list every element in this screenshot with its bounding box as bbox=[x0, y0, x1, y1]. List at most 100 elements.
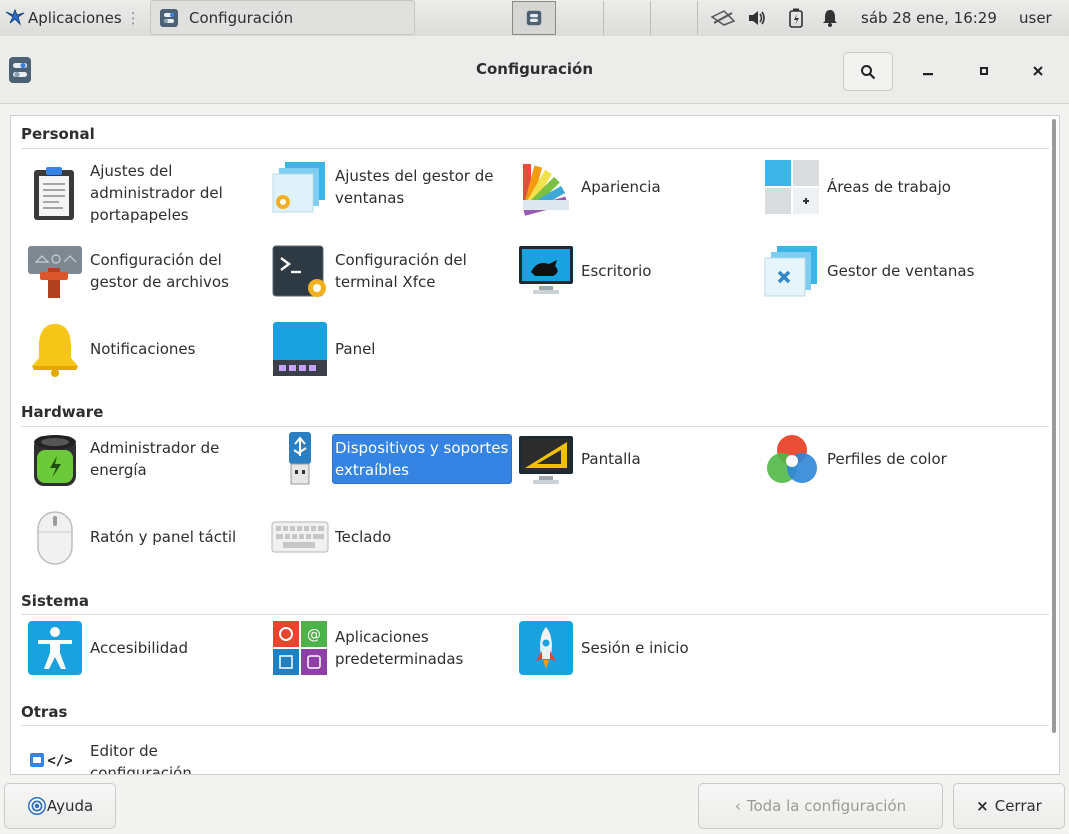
close-window-button[interactable] bbox=[1018, 52, 1058, 90]
vertical-scrollbar[interactable] bbox=[1052, 119, 1056, 733]
appearance-palette-icon bbox=[517, 158, 575, 216]
settings-app-icon bbox=[160, 8, 178, 27]
window-headerbar: Configuración bbox=[0, 36, 1069, 104]
item-label: Administrador de energía bbox=[90, 439, 220, 479]
item-session-startup[interactable]: Sesión e inicio bbox=[517, 619, 757, 677]
help-button-label: Ayuda bbox=[46, 797, 94, 815]
settings-grid: Personal Ajustes del administrador del p… bbox=[10, 115, 1060, 775]
item-label: Accesibilidad bbox=[90, 639, 188, 657]
terminal-settings-icon bbox=[271, 242, 329, 300]
network-icon[interactable] bbox=[710, 0, 736, 36]
default-apps-icon: @ bbox=[271, 619, 329, 677]
workspace-3[interactable] bbox=[650, 1, 698, 35]
item-workspaces[interactable]: Áreas de trabajo bbox=[763, 158, 1003, 216]
item-panel[interactable]: Panel bbox=[271, 320, 511, 378]
usb-drive-icon bbox=[271, 430, 329, 488]
item-power-manager[interactable]: Administrador de energía bbox=[26, 430, 266, 488]
applications-menu-button[interactable]: Aplicaciones ⋮ bbox=[4, 0, 141, 36]
item-label: Configuración del gestor de archivos bbox=[90, 251, 229, 291]
xfce-mouse-icon bbox=[5, 9, 25, 26]
close-icon bbox=[1033, 66, 1043, 76]
item-label: Ajustes del administrador del portapapel… bbox=[90, 162, 223, 224]
item-label: Teclado bbox=[335, 528, 392, 546]
item-window-manager-settings[interactable]: Ajustes del gestor de ventanas bbox=[271, 158, 511, 216]
item-label: Pantalla bbox=[581, 450, 641, 468]
workspace-1[interactable] bbox=[512, 1, 556, 35]
item-label: Gestor de ventanas bbox=[827, 262, 975, 280]
item-label: Ratón y panel táctil bbox=[90, 528, 237, 546]
maximize-icon bbox=[980, 67, 988, 75]
item-config-editor[interactable]: </> Editor de configuración bbox=[26, 733, 266, 775]
item-appearance[interactable]: Apariencia bbox=[517, 158, 757, 216]
accessibility-icon bbox=[26, 619, 84, 677]
close-icon: × bbox=[976, 797, 989, 815]
battery-icon bbox=[26, 430, 84, 488]
clock[interactable]: sáb 28 ene, 16:29 bbox=[861, 0, 997, 36]
item-display[interactable]: Pantalla bbox=[517, 430, 757, 488]
applications-menu-label: Aplicaciones bbox=[28, 9, 122, 27]
color-profiles-icon bbox=[763, 430, 821, 488]
item-color-profiles[interactable]: Perfiles de color bbox=[763, 430, 1003, 488]
battery-tray-icon[interactable] bbox=[789, 0, 803, 36]
category-divider bbox=[21, 148, 1049, 149]
item-default-applications[interactable]: @ Aplicaciones predeterminadas bbox=[271, 619, 511, 677]
volume-icon[interactable] bbox=[747, 0, 767, 36]
item-accessibility[interactable]: Accesibilidad bbox=[26, 619, 266, 677]
category-title-sistema: Sistema bbox=[21, 592, 89, 610]
item-file-manager-settings[interactable]: Configuración del gestor de archivos bbox=[26, 242, 266, 300]
help-button[interactable]: Ayuda bbox=[4, 783, 116, 829]
window-manager-settings-icon bbox=[271, 158, 329, 216]
taskbar-button-label: Configuración bbox=[189, 8, 294, 27]
category-title-otras: Otras bbox=[21, 703, 68, 721]
item-label: Editor de configuración bbox=[90, 742, 192, 775]
search-button[interactable] bbox=[843, 52, 893, 91]
category-divider bbox=[21, 725, 1049, 726]
settings-app-icon bbox=[526, 10, 542, 26]
display-icon bbox=[517, 430, 575, 488]
rocket-icon bbox=[517, 619, 575, 677]
user-menu[interactable]: user bbox=[1019, 0, 1052, 36]
item-label: Ajustes del gestor de ventanas bbox=[335, 167, 494, 207]
clipboard-icon bbox=[26, 164, 84, 222]
item-terminal-settings[interactable]: Configuración del terminal Xfce bbox=[271, 242, 511, 300]
maximize-button[interactable] bbox=[964, 52, 1004, 90]
item-window-manager[interactable]: Gestor de ventanas bbox=[763, 242, 1003, 300]
item-clipboard-settings[interactable]: Ajustes del administrador del portapapel… bbox=[26, 158, 266, 228]
top-panel: Aplicaciones ⋮ Configuración sáb 28 ene,… bbox=[0, 0, 1069, 37]
taskbar-button-configuracion[interactable]: Configuración bbox=[150, 0, 415, 35]
close-button[interactable]: × Cerrar bbox=[953, 783, 1065, 829]
category-divider bbox=[21, 614, 1049, 615]
item-label: Configuración del terminal Xfce bbox=[335, 251, 467, 291]
window-manager-icon bbox=[763, 242, 821, 300]
svg-text:</>: </> bbox=[47, 753, 72, 769]
item-label: Sesión e inicio bbox=[581, 639, 689, 657]
workspace-2[interactable] bbox=[603, 1, 650, 35]
menu-separator-icon: ⋮ bbox=[125, 9, 141, 27]
bell-icon bbox=[26, 320, 84, 378]
item-label: Escritorio bbox=[581, 262, 652, 280]
category-divider bbox=[21, 426, 1049, 427]
minimize-button[interactable] bbox=[908, 52, 948, 90]
item-keyboard[interactable]: Teclado bbox=[271, 508, 511, 566]
item-desktop[interactable]: Escritorio bbox=[517, 242, 757, 300]
item-notifications[interactable]: Notificaciones bbox=[26, 320, 266, 378]
category-title-hardware: Hardware bbox=[21, 403, 104, 421]
item-label: Panel bbox=[335, 340, 376, 358]
config-editor-icon: </> bbox=[26, 733, 84, 774]
all-settings-button[interactable]: ‹ Toda la configuración bbox=[698, 783, 943, 829]
notification-bell-icon[interactable] bbox=[822, 0, 838, 36]
desktop-icon bbox=[517, 242, 575, 300]
chevron-left-icon: ‹ bbox=[734, 797, 741, 815]
item-label: Notificaciones bbox=[90, 340, 196, 358]
item-removable-devices[interactable]: Dispositivos y soportes extraíbles bbox=[271, 430, 511, 488]
all-settings-button-label: Toda la configuración bbox=[746, 797, 907, 815]
item-label: Dispositivos y soportes extraíbles bbox=[333, 435, 511, 483]
search-icon bbox=[861, 64, 876, 79]
close-button-label: Cerrar bbox=[994, 797, 1042, 815]
item-mouse-touchpad[interactable]: Ratón y panel táctil bbox=[26, 508, 266, 566]
item-label: Apariencia bbox=[581, 178, 661, 196]
item-label: Perfiles de color bbox=[827, 450, 947, 468]
item-label: Aplicaciones predeterminadas bbox=[335, 628, 464, 668]
panel-icon bbox=[271, 320, 329, 378]
workspaces-icon bbox=[763, 158, 821, 216]
